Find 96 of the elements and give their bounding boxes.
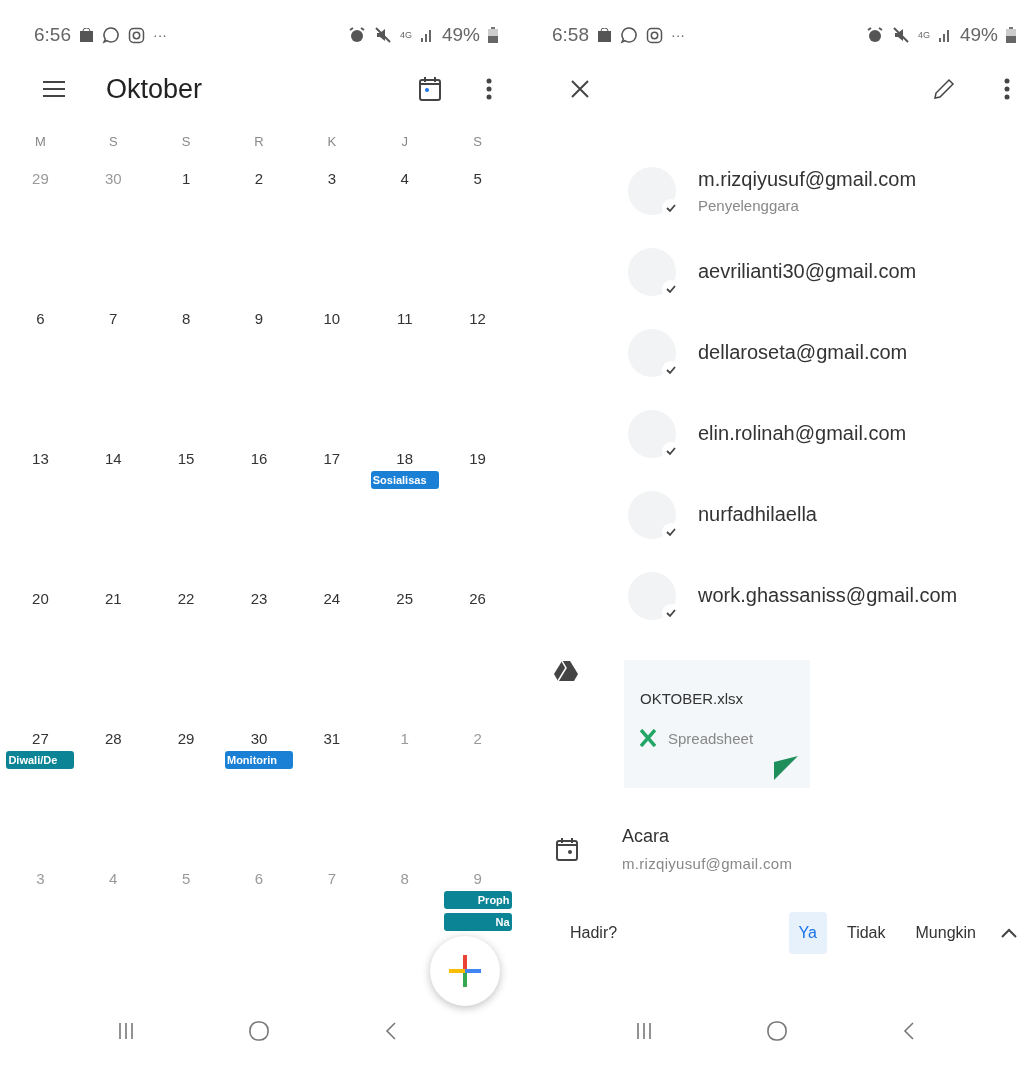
day-number[interactable]: 18: [396, 450, 414, 467]
day-number[interactable]: 19: [469, 450, 486, 467]
more-notifications: ···: [671, 27, 685, 43]
attachment-card[interactable]: OKTOBER.xlsx Spreadsheet: [624, 660, 810, 788]
battery-percentage: 49%: [441, 24, 480, 46]
camera-icon: [646, 26, 663, 44]
guest-email: m.rizqiyusuf@gmail.com: [698, 167, 917, 191]
day-number[interactable]: 21: [104, 590, 122, 607]
day-number[interactable]: 4: [400, 170, 409, 187]
network-type: 4G: [399, 30, 412, 40]
day-number[interactable]: 11: [396, 310, 413, 327]
day-number[interactable]: 29: [177, 730, 195, 747]
chat-bubble-icon: [102, 26, 120, 44]
chevron-up-icon: [1000, 927, 1018, 939]
guest-email: elin.rolinah@gmail.com: [698, 422, 907, 445]
day-number[interactable]: 14: [104, 450, 122, 467]
more-icon: [486, 78, 492, 100]
signal-icon: [937, 28, 952, 42]
rsvp-question: Hadir?: [570, 924, 619, 942]
pencil-icon: [932, 77, 956, 101]
calendar-name: Acara: [622, 826, 671, 847]
calendar-icon: [556, 837, 578, 861]
rsvp-option[interactable]: Tidak: [837, 912, 896, 954]
day-number[interactable]: 6: [36, 310, 45, 327]
day-number[interactable]: 10: [323, 310, 341, 327]
chat-bubble-icon: [620, 26, 638, 44]
day-number[interactable]: 3: [327, 170, 336, 187]
network-type: 4G: [917, 30, 930, 40]
shopping-bag-icon: [597, 27, 612, 43]
calendar-owner: m.rizqiyusuf@gmail.com: [622, 855, 793, 872]
weekday-label: S: [108, 133, 118, 149]
menu-icon: [42, 80, 66, 98]
battery-icon: [488, 27, 498, 43]
close-icon: [570, 79, 590, 99]
weekday-label: R: [254, 133, 264, 149]
month-title: Oktober: [106, 73, 204, 105]
day-number[interactable]: 1: [181, 170, 191, 187]
weekday-label: S: [181, 133, 191, 149]
day-number[interactable]: 26: [469, 590, 486, 607]
day-number[interactable]: 7: [109, 310, 118, 327]
corner-fold-icon: [774, 756, 798, 780]
day-number[interactable]: 16: [250, 450, 268, 467]
add-event-button[interactable]: [430, 936, 500, 1006]
muted-icon: [891, 26, 910, 44]
calendar-icon: [418, 76, 442, 102]
day-number[interactable]: 17: [323, 450, 341, 467]
battery-icon: [1006, 27, 1016, 43]
battery-percentage: 49%: [959, 24, 998, 46]
shopping-bag-icon: [79, 27, 94, 43]
file-name: OKTOBER.xlsx: [640, 690, 745, 707]
event-chip[interactable]: Proph: [443, 891, 512, 909]
signal-icon: [419, 28, 434, 42]
day-number[interactable]: 9: [254, 310, 264, 327]
day-number[interactable]: 30: [250, 730, 268, 747]
weekday-label: J: [401, 133, 408, 149]
guest-role: Penyelenggara: [698, 196, 800, 214]
file-type: Spreadsheet: [668, 729, 754, 747]
rsvp-option[interactable]: Ya: [788, 912, 827, 954]
spreadsheet-icon: [640, 729, 656, 747]
day-number[interactable]: 12: [469, 310, 486, 327]
clock-time: 6:56: [34, 24, 71, 46]
day-number[interactable]: 24: [323, 590, 341, 607]
day-number[interactable]: 25: [396, 590, 414, 607]
more-icon: [1004, 78, 1010, 100]
day-number[interactable]: 31: [323, 730, 341, 747]
day-number[interactable]: 27: [32, 730, 49, 747]
event-chip[interactable]: Na: [443, 913, 512, 931]
event-chip[interactable]: Monitorin: [225, 751, 293, 769]
home-icon: [765, 1019, 789, 1043]
day-number[interactable]: 13: [32, 450, 49, 467]
day-number[interactable]: 2: [254, 170, 264, 187]
day-number[interactable]: 8: [181, 310, 191, 327]
day-number[interactable]: 23: [250, 590, 268, 607]
event-chip[interactable]: Diwali/De: [6, 751, 75, 769]
camera-icon: [128, 26, 145, 44]
clock-time: 6:58: [552, 24, 589, 46]
guest-email: nurfadhilaella: [698, 503, 817, 526]
drive-icon: [554, 660, 578, 682]
day-number[interactable]: 20: [32, 590, 49, 607]
day-number[interactable]: 28: [104, 730, 122, 747]
weekday-label: S: [473, 133, 482, 149]
day-number[interactable]: 22: [177, 590, 195, 607]
alarm-icon: [347, 26, 366, 44]
muted-icon: [373, 26, 392, 44]
home-icon: [247, 1019, 271, 1043]
more-notifications: ···: [153, 27, 167, 43]
day-number[interactable]: 5: [473, 170, 482, 187]
rsvp-option[interactable]: Mungkin: [905, 912, 986, 954]
event-chip[interactable]: Sosialisas: [370, 471, 439, 489]
guest-email: dellaroseta@gmail.com: [698, 341, 908, 364]
weekday-label: M: [35, 133, 46, 149]
guest-email: work.ghassaniss@gmail.com: [698, 584, 958, 607]
guest-email: aevrilianti30@gmail.com: [698, 260, 917, 283]
alarm-icon: [865, 26, 884, 44]
day-number[interactable]: 15: [177, 450, 195, 467]
weekday-label: K: [327, 133, 337, 149]
